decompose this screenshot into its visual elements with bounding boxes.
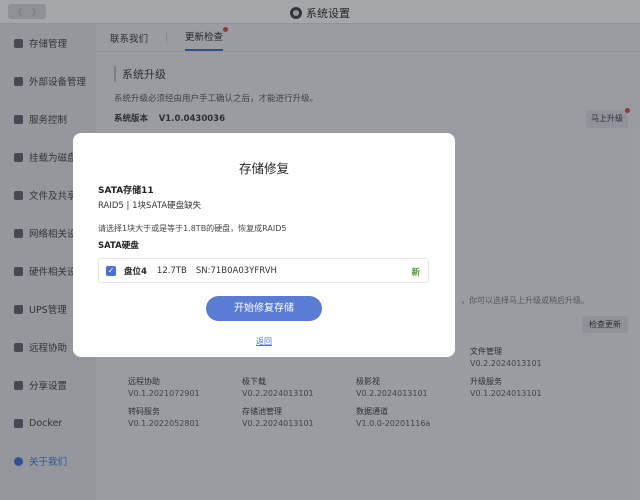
disk-size: 12.7TB	[156, 265, 187, 276]
storage-repair-dialog: 存储修复 SATA存储11 RAID5 | 1块SATA硬盘缺失 请选择1块大于…	[73, 133, 455, 357]
repair-instruction: 请选择1块大于或是等于1.8TB的硬盘，恢复成RAID5	[98, 224, 287, 233]
new-disk-badge: 新	[411, 268, 420, 278]
disk-row[interactable]: ✓ 盘位4 12.7TB SN:71B0A03YFRVH 新	[98, 258, 429, 283]
start-repair-button[interactable]: 开始修复存储	[206, 296, 322, 321]
raid-status: RAID5 | 1块SATA硬盘缺失	[98, 201, 202, 211]
disk-name: 盘位4	[124, 266, 147, 277]
disk-section-label: SATA硬盘	[98, 241, 139, 251]
disk-checkbox[interactable]: ✓	[106, 265, 116, 276]
dialog-title: 存储修复	[238, 161, 289, 176]
back-link[interactable]: 返回	[256, 337, 272, 346]
back-link-row: 返回	[73, 336, 455, 347]
storage-name: SATA存储11	[98, 186, 154, 196]
disk-serial: SN:71B0A03YFRVH	[195, 265, 277, 276]
